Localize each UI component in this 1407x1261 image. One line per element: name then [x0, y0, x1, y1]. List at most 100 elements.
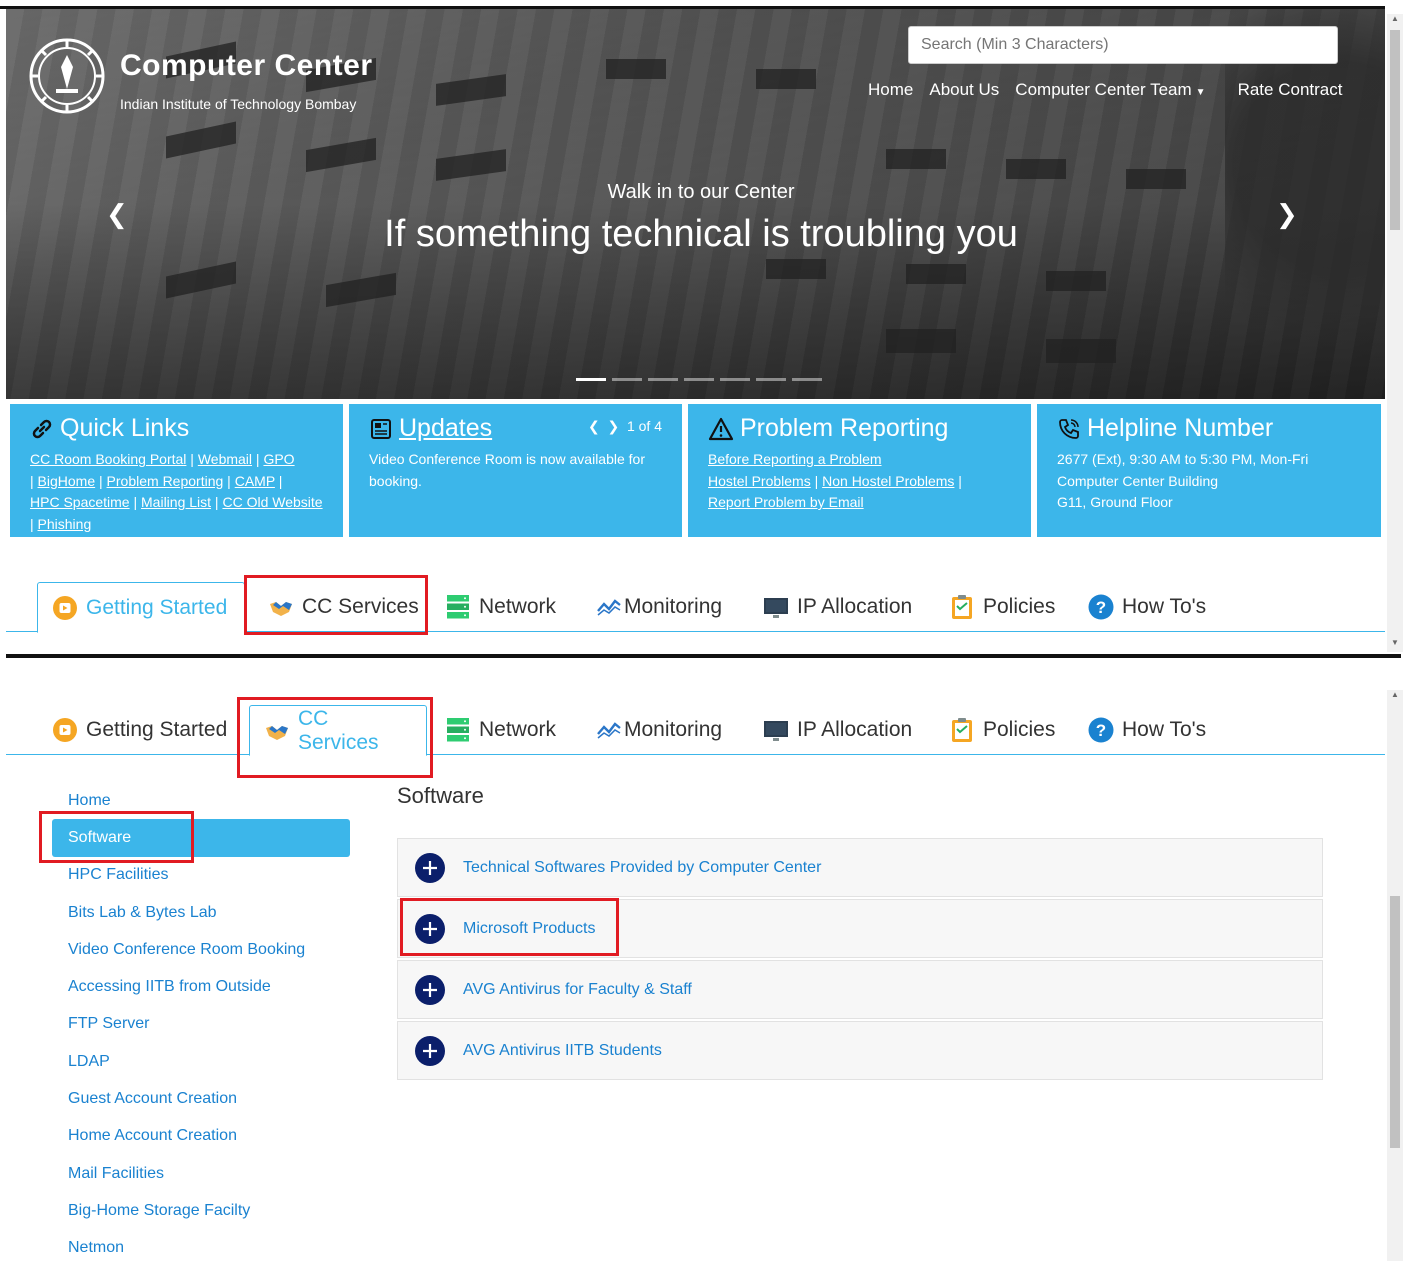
link-phishing[interactable]: Phishing — [38, 516, 92, 532]
scroll-up-icon[interactable]: ▲ — [1387, 690, 1403, 699]
tab-how-tos[interactable]: ? How To's — [1088, 582, 1206, 632]
carousel-indicators — [576, 378, 822, 381]
sidebar-item-bits-bytes-lab[interactable]: Bits Lab & Bytes Lab — [52, 894, 350, 931]
pager-prev-icon[interactable]: ❮ — [588, 418, 600, 434]
pager-count: 1 of 4 — [626, 418, 662, 434]
quick-links-heading: Quick Links — [30, 414, 323, 443]
sidebar-item-guest-account[interactable]: Guest Account Creation — [52, 1080, 350, 1117]
tab-network[interactable]: Network — [445, 705, 556, 755]
nav-rate-contract[interactable]: Rate Contract — [1238, 80, 1343, 100]
sidebar-item-ftp-server[interactable]: FTP Server — [52, 1006, 350, 1043]
tab-getting-started[interactable]: Getting Started — [52, 705, 227, 755]
page-scrollbar-lower[interactable]: ▲ — [1387, 690, 1403, 1261]
building-window — [166, 261, 236, 299]
tab-how-tos[interactable]: ? How To's — [1088, 705, 1206, 755]
highlight-microsoft-products — [400, 898, 619, 956]
link-cc-room-booking[interactable]: CC Room Booking Portal — [30, 451, 186, 467]
sidebar-item-video-conference[interactable]: Video Conference Room Booking — [52, 931, 350, 968]
clipboard-icon — [952, 595, 972, 619]
nav-computer-center-team[interactable]: Computer Center Team ▼ — [1015, 80, 1221, 100]
link-camp[interactable]: CAMP — [235, 473, 275, 489]
plus-icon[interactable] — [415, 974, 445, 1005]
carousel-indicator[interactable] — [720, 378, 750, 381]
carousel-next-icon[interactable]: ❯ — [1276, 199, 1298, 230]
tab-policies[interactable]: Policies — [949, 705, 1055, 755]
sidebar-item-netmon[interactable]: Netmon — [52, 1230, 350, 1261]
warning-icon — [708, 417, 734, 440]
hero-small-text: Walk in to our Center — [607, 181, 795, 203]
building-window — [886, 149, 946, 169]
carousel-prev-icon[interactable]: ❮ — [106, 199, 128, 230]
link-problem-reporting[interactable]: Problem Reporting — [107, 473, 224, 489]
building-window — [306, 137, 376, 173]
link-hostel-problems[interactable]: Hostel Problems — [708, 473, 811, 489]
sidebar-item-big-home-storage[interactable]: Big-Home Storage Facilty — [52, 1192, 350, 1229]
tab-monitoring[interactable]: Monitoring — [596, 582, 722, 632]
site-title[interactable]: Computer Center — [120, 49, 373, 83]
search-input[interactable] — [908, 26, 1338, 64]
tab-policies[interactable]: Policies — [949, 582, 1055, 632]
link-report-by-email[interactable]: Report Problem by Email — [708, 494, 864, 510]
page-scrollbar[interactable]: ▲ ▼ — [1387, 14, 1403, 652]
scroll-down-icon[interactable]: ▼ — [1387, 638, 1403, 647]
tab-monitoring[interactable]: Monitoring — [596, 705, 722, 755]
server-icon — [447, 718, 469, 742]
problem-reporting-title: Problem Reporting — [740, 414, 949, 442]
monitor-icon — [764, 598, 788, 618]
tab-ip-allocation[interactable]: IP Allocation — [763, 582, 912, 632]
plus-icon[interactable] — [415, 1035, 445, 1066]
helpline-building: Computer Center Building — [1057, 472, 1219, 489]
helpline-panel: Helpline Number 2677 (Ext), 9:30 AM to 5… — [1037, 404, 1381, 537]
hero-carousel: Computer Center Indian Institute of Tech… — [6, 9, 1385, 399]
accordion-label[interactable]: Technical Softwares Provided by Computer… — [463, 859, 821, 877]
svg-text:?: ? — [1096, 598, 1106, 617]
scrollbar-thumb[interactable] — [1390, 896, 1400, 1148]
carousel-indicator[interactable] — [756, 378, 786, 381]
carousel-indicator[interactable] — [648, 378, 678, 381]
accordion-item-technical-softwares[interactable]: Technical Softwares Provided by Computer… — [397, 838, 1323, 897]
link-bighome[interactable]: BigHome — [38, 473, 96, 489]
link-mailing-list[interactable]: Mailing List — [141, 494, 211, 510]
link-non-hostel-problems[interactable]: Non Hostel Problems — [822, 473, 954, 489]
building-window — [326, 272, 396, 308]
tab-getting-started[interactable]: Getting Started — [37, 582, 245, 633]
nav-home[interactable]: Home — [868, 80, 913, 100]
accordion-label[interactable]: AVG Antivirus for Faculty & Staff — [463, 981, 692, 999]
helpline-info: 2677 (Ext), 9:30 AM to 5:30 PM, Mon-Fri … — [1057, 449, 1361, 514]
iitb-logo-icon — [29, 38, 105, 114]
tab-ip-allocation[interactable]: IP Allocation — [763, 705, 912, 755]
nav-about-us[interactable]: About Us — [929, 80, 999, 100]
pager-next-icon[interactable]: ❯ — [607, 418, 619, 434]
link-webmail[interactable]: Webmail — [198, 451, 252, 467]
sidebar-item-accessing-iitb[interactable]: Accessing IITB from Outside — [52, 968, 350, 1005]
link-cc-old-website[interactable]: CC Old Website — [222, 494, 322, 510]
helpline-heading: Helpline Number — [1057, 414, 1361, 443]
carousel-indicator[interactable] — [576, 378, 606, 381]
updates-title[interactable]: Updates — [399, 414, 492, 443]
link-before-reporting[interactable]: Before Reporting a Problem — [708, 451, 882, 467]
building-window — [766, 259, 826, 279]
plus-icon[interactable] — [415, 852, 445, 883]
sidebar-item-mail-facilities[interactable]: Mail Facilities — [52, 1155, 350, 1192]
problem-reporting-panel: Problem Reporting Before Reporting a Pro… — [688, 404, 1031, 537]
link-gpo[interactable]: GPO — [263, 451, 294, 467]
carousel-indicator[interactable] — [684, 378, 714, 381]
sidebar-item-home-account[interactable]: Home Account Creation — [52, 1118, 350, 1155]
tab-monitoring-label: Monitoring — [624, 595, 723, 618]
accordion-label[interactable]: AVG Antivirus IITB Students — [463, 1042, 662, 1060]
carousel-indicator[interactable] — [792, 378, 822, 381]
building-window — [436, 149, 506, 181]
link-hpc-spacetime[interactable]: HPC Spacetime — [30, 494, 130, 510]
helpline-hours: 2677 (Ext), 9:30 AM to 5:30 PM, Mon-Fri — [1057, 451, 1309, 467]
server-icon — [447, 595, 469, 619]
question-icon: ? — [1088, 594, 1114, 620]
accordion-item-avg-students[interactable]: AVG Antivirus IITB Students — [397, 1021, 1323, 1080]
tab-network[interactable]: Network — [445, 582, 556, 632]
scrollbar-thumb[interactable] — [1390, 30, 1400, 230]
sidebar-item-ldap[interactable]: LDAP — [52, 1043, 350, 1080]
accordion-item-avg-faculty[interactable]: AVG Antivirus for Faculty & Staff — [397, 960, 1323, 1019]
scroll-up-icon[interactable]: ▲ — [1387, 14, 1403, 23]
tab-getting-started-label: Getting Started — [86, 718, 228, 741]
carousel-indicator[interactable] — [612, 378, 642, 381]
helpline-title: Helpline Number — [1087, 414, 1274, 442]
